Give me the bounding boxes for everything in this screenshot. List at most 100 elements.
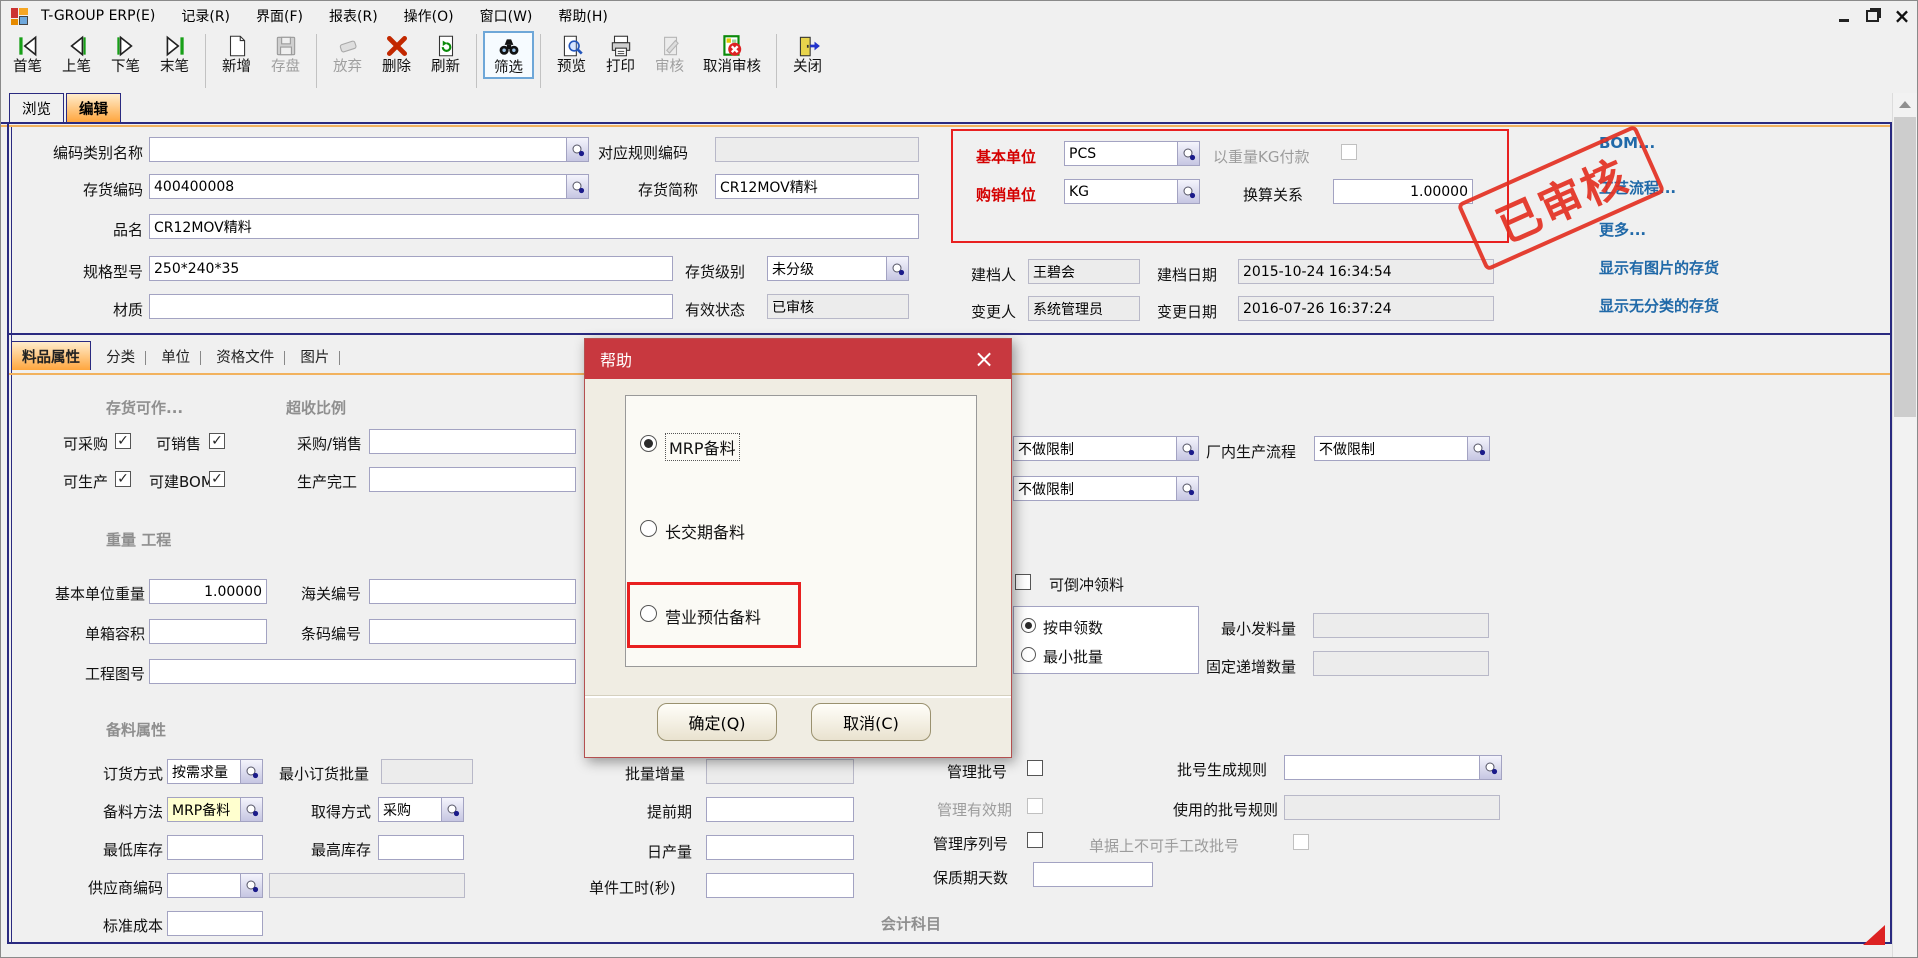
restrict1-field[interactable]: 不做限制: [1013, 436, 1199, 461]
order-mode-field[interactable]: 按需求量: [167, 759, 263, 784]
link-show-unclassified[interactable]: 显示无分类的存货: [1599, 295, 1719, 316]
close-window-button[interactable]: [1891, 7, 1913, 25]
print-button[interactable]: 打印: [596, 31, 645, 77]
menu-operate[interactable]: 操作(O): [391, 6, 467, 26]
scroll-up-icon[interactable]: [1895, 95, 1915, 113]
scrollbar-thumb[interactable]: [1894, 117, 1916, 417]
option-mrp-radio[interactable]: [640, 435, 657, 452]
producible-checkbox[interactable]: [115, 471, 131, 487]
subtab-qualification[interactable]: 资格文件: [206, 342, 284, 370]
manage-batch-checkbox[interactable]: [1027, 760, 1043, 776]
box-volume-field[interactable]: [149, 619, 267, 644]
subtab-image[interactable]: 图片: [290, 342, 339, 370]
tab-browse[interactable]: 浏览: [9, 93, 64, 122]
link-more[interactable]: 更多...: [1599, 219, 1646, 240]
lookup-icon[interactable]: [566, 175, 588, 198]
dialog-close-icon[interactable]: [972, 347, 996, 371]
lead-time-field[interactable]: [706, 797, 854, 822]
inv-code-field[interactable]: 400400008: [149, 174, 589, 199]
base-unit-field[interactable]: PCS: [1064, 141, 1200, 166]
menu-help[interactable]: 帮助(H): [545, 6, 620, 26]
lookup-icon[interactable]: [240, 874, 262, 897]
prep-method-field[interactable]: MRP备料: [167, 797, 263, 822]
code-category-field[interactable]: [149, 137, 589, 162]
new-button[interactable]: 新增: [212, 31, 261, 77]
menu-report[interactable]: 报表(R): [316, 6, 391, 26]
lookup-icon[interactable]: [1176, 477, 1198, 500]
subtab-item-attrs[interactable]: 料品属性: [11, 341, 91, 370]
option-forecast-radio[interactable]: [640, 605, 657, 622]
menu-app[interactable]: T-GROUP ERP(E): [28, 8, 168, 24]
lookup-icon[interactable]: [566, 138, 588, 161]
option-forecast-label[interactable]: 营业预估备料: [665, 604, 761, 628]
barcode-field[interactable]: [369, 619, 576, 644]
lookup-icon[interactable]: [1479, 756, 1501, 779]
lookup-icon[interactable]: [1176, 437, 1198, 460]
inv-level-field[interactable]: 未分级: [767, 256, 909, 281]
shelf-days-field[interactable]: [1033, 862, 1153, 887]
max-stock-field[interactable]: [378, 835, 464, 860]
factory-flow-field[interactable]: 不做限制: [1314, 436, 1490, 461]
option-mrp-label[interactable]: MRP备料: [665, 433, 740, 461]
batch-rule-field[interactable]: [1284, 755, 1502, 780]
product-name-field[interactable]: CR12MOV精料: [149, 214, 919, 239]
filter-button[interactable]: 筛选: [483, 31, 534, 79]
option-longlead-label[interactable]: 长交期备料: [665, 519, 745, 543]
daily-output-field[interactable]: [706, 835, 854, 860]
delete-button[interactable]: 删除: [372, 31, 421, 77]
min-batch-radio[interactable]: [1021, 647, 1036, 662]
menu-record[interactable]: 记录(R): [168, 6, 243, 26]
vertical-scrollbar[interactable]: [1892, 93, 1917, 958]
bomable-checkbox[interactable]: [209, 471, 225, 487]
link-show-with-images[interactable]: 显示有图片的存货: [1599, 257, 1719, 278]
dialog-title-bar[interactable]: 帮助: [585, 339, 1011, 379]
lookup-icon[interactable]: [1467, 437, 1489, 460]
manage-serial-checkbox[interactable]: [1027, 832, 1043, 848]
unit-hours-field[interactable]: [706, 873, 854, 898]
trade-unit-field[interactable]: KG: [1064, 179, 1200, 204]
conversion-field[interactable]: 1.00000: [1333, 179, 1473, 204]
spec-field[interactable]: 250*240*35: [149, 256, 673, 281]
lookup-icon[interactable]: [1177, 142, 1199, 165]
min-stock-field[interactable]: [167, 835, 263, 860]
option-longlead-radio[interactable]: [640, 520, 657, 537]
menu-interface[interactable]: 界面(F): [243, 6, 316, 26]
inv-short-field[interactable]: CR12MOV精料: [715, 174, 919, 199]
material-field[interactable]: [149, 294, 673, 319]
restrict2-field[interactable]: 不做限制: [1013, 476, 1199, 501]
production-finish-field[interactable]: [369, 467, 576, 492]
cancel-audit-button[interactable]: 取消审核: [694, 31, 770, 77]
first-record-button[interactable]: 首笔: [3, 31, 52, 77]
modified-label: 变更日期: [1157, 301, 1217, 322]
lookup-icon[interactable]: [240, 798, 262, 821]
drawing-field[interactable]: [149, 659, 576, 684]
lookup-icon[interactable]: [441, 798, 463, 821]
base-weight-field[interactable]: 1.00000: [149, 579, 267, 604]
lookup-icon[interactable]: [886, 257, 908, 280]
lookup-icon[interactable]: [240, 760, 262, 783]
minimize-button[interactable]: [1833, 7, 1855, 25]
prev-record-button[interactable]: 上笔: [52, 31, 101, 77]
sellable-checkbox[interactable]: [209, 433, 225, 449]
refresh-button[interactable]: 刷新: [421, 31, 470, 77]
purchasable-checkbox[interactable]: [115, 433, 131, 449]
dialog-cancel-button[interactable]: 取消(C): [811, 703, 931, 741]
purchase-sale-field[interactable]: [369, 429, 576, 454]
next-record-button[interactable]: 下笔: [101, 31, 150, 77]
close-button[interactable]: 关闭: [783, 31, 832, 77]
supplier-field[interactable]: [167, 873, 263, 898]
tab-edit[interactable]: 编辑: [66, 93, 121, 122]
customs-field[interactable]: [369, 579, 576, 604]
preview-button[interactable]: 预览: [547, 31, 596, 77]
acquire-field[interactable]: 采购: [378, 797, 464, 822]
backflush-checkbox[interactable]: [1015, 574, 1031, 590]
lookup-icon[interactable]: [1177, 180, 1199, 203]
subtab-unit[interactable]: 单位: [151, 342, 200, 370]
restore-button[interactable]: [1861, 7, 1883, 25]
dialog-ok-button[interactable]: 确定(Q): [657, 703, 777, 741]
std-cost-field[interactable]: [167, 911, 263, 936]
subtab-category[interactable]: 分类: [96, 342, 145, 370]
issue-by-apply-radio[interactable]: [1021, 618, 1036, 633]
last-record-button[interactable]: 末笔: [150, 31, 199, 77]
menu-window[interactable]: 窗口(W): [467, 6, 546, 26]
